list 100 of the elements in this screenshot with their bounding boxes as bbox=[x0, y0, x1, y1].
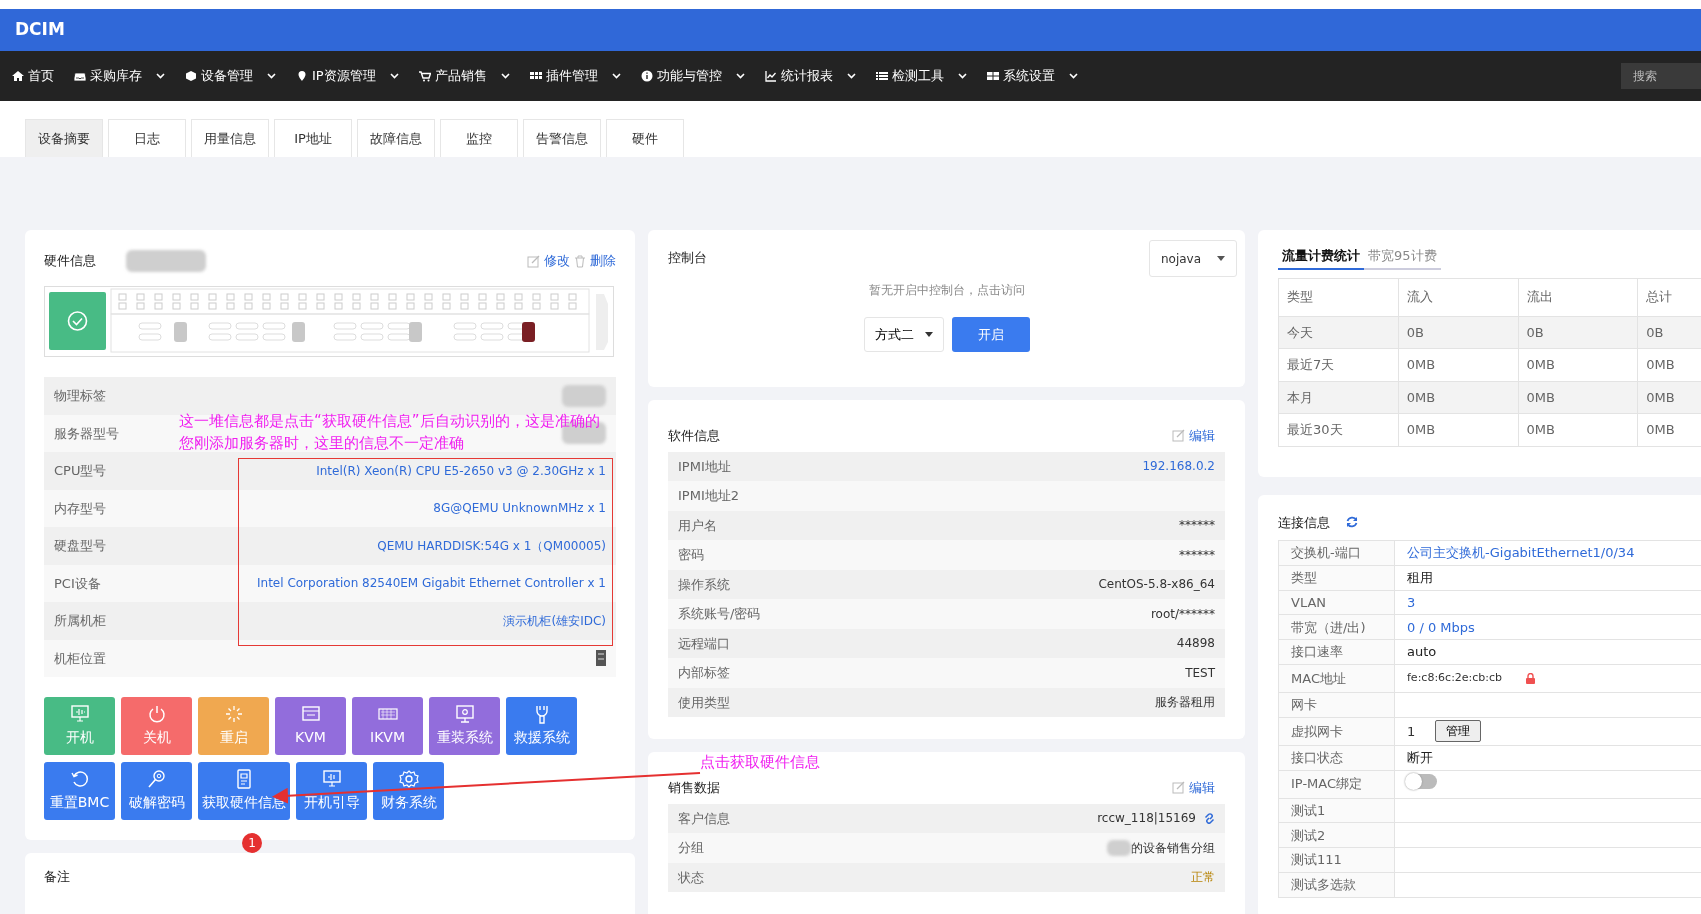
edit-icon bbox=[1172, 781, 1185, 795]
action-button[interactable]: KVM bbox=[275, 697, 346, 755]
cabinet-icon bbox=[596, 650, 606, 667]
nav-menu-item[interactable]: 首页 bbox=[12, 66, 54, 86]
row-value: 1 bbox=[1407, 722, 1416, 741]
action-button[interactable]: 财务系统 bbox=[373, 762, 444, 820]
nav-menu-item[interactable]: 插件管理 bbox=[529, 66, 621, 86]
nav-menu-item[interactable]: 检测工具 bbox=[875, 66, 967, 86]
list-icon bbox=[875, 70, 888, 82]
table-cell: 0B bbox=[1518, 316, 1638, 349]
method-select[interactable]: 方式二 bbox=[863, 317, 944, 352]
tab[interactable]: IP地址 bbox=[274, 119, 352, 157]
mode-select[interactable]: nojava bbox=[1149, 240, 1237, 277]
action-button[interactable]: 破解密码 bbox=[121, 762, 192, 820]
card-title: 硬件信息 bbox=[44, 252, 96, 271]
action-button[interactable]: 开机引导 bbox=[296, 762, 367, 820]
row-label: 状态 bbox=[678, 868, 704, 887]
console-message: 暂无开启中控制台，点击访问 bbox=[867, 282, 1026, 299]
tab[interactable]: 告警信息 bbox=[523, 119, 601, 157]
row-value: 服务器租用 bbox=[1155, 694, 1215, 712]
refresh-icon[interactable] bbox=[1346, 516, 1358, 529]
edit-link[interactable]: 修改 bbox=[544, 251, 570, 271]
lock-icon bbox=[1526, 673, 1536, 684]
nav-menu-item[interactable]: 产品销售 bbox=[418, 66, 510, 86]
cube-icon bbox=[185, 70, 197, 82]
map-marker-icon bbox=[296, 70, 308, 82]
row-label: 带宽（进/出) bbox=[1278, 614, 1395, 640]
tab[interactable]: 监控 bbox=[440, 119, 518, 157]
reset-icon bbox=[69, 769, 90, 789]
row-label: VLAN bbox=[1278, 590, 1395, 615]
row-label: 用户名 bbox=[678, 516, 717, 535]
caret-icon bbox=[1217, 256, 1226, 261]
row-value: root/****** bbox=[1150, 605, 1215, 623]
line-chart-icon bbox=[764, 70, 777, 82]
row-value: CentOS-5.8-x86_64 bbox=[1098, 576, 1215, 594]
tab[interactable]: 故障信息 bbox=[357, 119, 435, 157]
screen-icon bbox=[300, 704, 321, 724]
row-label: 物理标签 bbox=[54, 387, 106, 405]
edit-link[interactable]: 编辑 bbox=[1189, 778, 1215, 798]
nav-menu-item[interactable]: 功能与管控 bbox=[640, 66, 745, 86]
caret-icon bbox=[924, 332, 933, 337]
tab[interactable]: 日志 bbox=[108, 119, 186, 157]
table-cell: 本月 bbox=[1278, 381, 1399, 414]
row-value: TEST bbox=[1185, 664, 1215, 682]
row-value: 192.168.0.2 bbox=[1142, 458, 1215, 476]
row-label: 虚拟网卡 bbox=[1278, 717, 1395, 746]
row-value: ****** bbox=[1179, 517, 1215, 535]
open-button[interactable]: 开启 bbox=[951, 317, 1030, 352]
tab[interactable]: 硬件 bbox=[606, 119, 684, 157]
action-button[interactable]: 重置BMC bbox=[44, 762, 115, 820]
nav-menu-item[interactable]: 统计报表 bbox=[764, 66, 856, 86]
card-title: 连接信息 bbox=[1278, 513, 1330, 532]
monitor-icon bbox=[454, 704, 475, 724]
action-button[interactable]: 重装系统 bbox=[429, 697, 500, 755]
status-value: 正常 bbox=[1191, 869, 1215, 887]
table-cell: 最近30天 bbox=[1278, 413, 1399, 446]
row-label: 操作系统 bbox=[678, 575, 730, 594]
windows-icon bbox=[986, 70, 999, 82]
row-label: 接口状态 bbox=[1278, 745, 1395, 771]
nav-menu-item[interactable]: 设备管理 bbox=[185, 66, 276, 86]
row-label: 远程端口 bbox=[678, 634, 730, 653]
nav-menu-item[interactable]: 系统设置 bbox=[986, 66, 1078, 86]
nav-menu-item[interactable]: IP资源管理 bbox=[296, 66, 399, 86]
search-field[interactable]: 搜索 bbox=[1621, 63, 1701, 89]
toggle-switch[interactable] bbox=[1407, 773, 1437, 789]
row-label: PCI设备 bbox=[54, 574, 101, 593]
row-label: 测试111 bbox=[1278, 847, 1395, 873]
card-title: 销售数据 bbox=[668, 779, 720, 797]
tab[interactable]: 流量计费统计 bbox=[1278, 246, 1364, 270]
monitor-icon bbox=[69, 704, 90, 724]
row-label: 内存型号 bbox=[54, 499, 106, 518]
power-icon bbox=[146, 704, 167, 724]
row-label: 网卡 bbox=[1278, 692, 1395, 718]
manage-button[interactable]: 管理 bbox=[1435, 720, 1482, 743]
row-label: 接口速率 bbox=[1278, 639, 1395, 665]
sparkle-icon bbox=[223, 704, 244, 724]
action-button[interactable]: 救援系统 bbox=[506, 697, 577, 755]
info-icon bbox=[640, 70, 653, 82]
tab[interactable]: 用量信息 bbox=[191, 119, 269, 157]
row-value: 的设备销售分组 bbox=[1131, 839, 1215, 857]
row-label: 交换机-端口 bbox=[1278, 540, 1395, 566]
tab[interactable]: 带宽95计费 bbox=[1364, 246, 1441, 270]
nav-menu-item[interactable]: 采购库存 bbox=[74, 66, 165, 86]
table-cell: 0MB bbox=[1398, 413, 1518, 446]
delete-link[interactable]: 删除 bbox=[590, 251, 616, 271]
edit-link[interactable]: 编辑 bbox=[1189, 426, 1215, 446]
edit-icon bbox=[527, 254, 540, 268]
gear-icon bbox=[398, 769, 419, 789]
row-label: 测试1 bbox=[1278, 798, 1395, 823]
column-header: 流入 bbox=[1398, 278, 1518, 316]
grid-icon bbox=[529, 70, 542, 82]
table-cell: 0MB bbox=[1518, 381, 1638, 414]
row-value: Intel(R) Xeon(R) CPU E5-2650 v3 @ 2.30GHz x 1 bbox=[316, 462, 606, 480]
row-label: 硬盘型号 bbox=[54, 537, 106, 555]
action-button[interactable]: IKVM bbox=[352, 697, 423, 755]
table-cell: 最近7天 bbox=[1278, 348, 1399, 381]
annotation-text: 这一堆信息都是点击“获取硬件信息”后自动识别的，这是准确的 bbox=[179, 411, 600, 432]
mac-address: fe:c8:6c:2e:cb:cb bbox=[1407, 670, 1503, 687]
tab[interactable]: 设备摘要 bbox=[25, 119, 103, 157]
row-label: IP-MAC绑定 bbox=[1278, 770, 1395, 799]
